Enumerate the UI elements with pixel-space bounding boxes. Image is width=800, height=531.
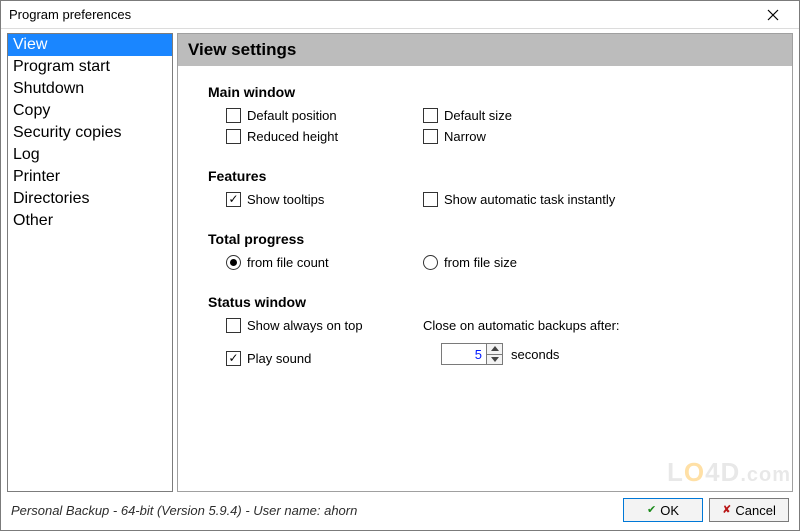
radio-label: from file size bbox=[444, 255, 517, 270]
close-seconds-spinner bbox=[441, 343, 503, 365]
window-close-button[interactable] bbox=[753, 1, 793, 29]
checkbox-icon bbox=[423, 129, 438, 144]
checkbox-play-sound[interactable]: Play sound bbox=[208, 351, 423, 366]
checkbox-icon bbox=[226, 129, 241, 144]
checkbox-reduced-height[interactable]: Reduced height bbox=[208, 129, 423, 144]
sidebar-item-label: Directories bbox=[13, 190, 89, 207]
panel-body: Main window Default position Reduced hei… bbox=[178, 66, 792, 491]
preferences-window: Program preferences View Program start S… bbox=[0, 0, 800, 531]
radio-from-file-count[interactable]: from file count bbox=[208, 255, 423, 270]
cancel-button[interactable]: ✘ Cancel bbox=[709, 498, 789, 522]
section-status-window: Status window Show always on top Play so… bbox=[208, 294, 772, 372]
checkbox-show-tooltips[interactable]: Show tooltips bbox=[208, 192, 423, 207]
checkbox-label: Default position bbox=[247, 108, 337, 123]
sidebar-item-label: Printer bbox=[13, 168, 60, 185]
footer: Personal Backup - 64-bit (Version 5.9.4)… bbox=[1, 492, 799, 530]
panel-heading: View settings bbox=[178, 34, 792, 66]
titlebar: Program preferences bbox=[1, 1, 799, 29]
section-title: Features bbox=[208, 168, 772, 184]
radio-icon bbox=[226, 255, 241, 270]
checkbox-label: Play sound bbox=[247, 351, 311, 366]
section-features: Features Show tooltips Show automatic t bbox=[208, 168, 772, 213]
sidebar-item-directories[interactable]: Directories bbox=[8, 188, 172, 210]
checkbox-icon bbox=[423, 192, 438, 207]
checkbox-icon bbox=[226, 351, 241, 366]
sidebar-item-program-start[interactable]: Program start bbox=[8, 56, 172, 78]
checkbox-label: Default size bbox=[444, 108, 512, 123]
sidebar-item-label: Program start bbox=[13, 58, 110, 75]
status-text: Personal Backup - 64-bit (Version 5.9.4)… bbox=[11, 503, 617, 518]
sidebar-item-other[interactable]: Other bbox=[8, 210, 172, 232]
seconds-unit-label: seconds bbox=[511, 347, 559, 362]
checkbox-narrow[interactable]: Narrow bbox=[423, 129, 772, 144]
checkbox-label: Show always on top bbox=[247, 318, 363, 333]
ok-button[interactable]: ✔ OK bbox=[623, 498, 703, 522]
checkbox-icon bbox=[423, 108, 438, 123]
window-body: View Program start Shutdown Copy Securit… bbox=[1, 29, 799, 492]
spinner-down-button[interactable] bbox=[487, 354, 502, 365]
checkbox-icon bbox=[226, 318, 241, 333]
sidebar-item-label: Copy bbox=[13, 102, 50, 119]
checkbox-default-position[interactable]: Default position bbox=[208, 108, 423, 123]
sidebar-item-copy[interactable]: Copy bbox=[8, 100, 172, 122]
close-seconds-input[interactable] bbox=[441, 343, 487, 365]
checkbox-label: Narrow bbox=[444, 129, 486, 144]
spinner-up-button[interactable] bbox=[487, 344, 502, 354]
sidebar-item-label: Other bbox=[13, 212, 53, 229]
sidebar-item-label: View bbox=[13, 36, 47, 53]
radio-from-file-size[interactable]: from file size bbox=[423, 255, 772, 270]
checkbox-label: Show automatic task instantly bbox=[444, 192, 615, 207]
sidebar-item-label: Security copies bbox=[13, 124, 122, 141]
section-main-window: Main window Default position Reduced hei… bbox=[208, 84, 772, 150]
radio-label: from file count bbox=[247, 255, 329, 270]
checkbox-icon bbox=[226, 108, 241, 123]
check-icon: ✔ bbox=[647, 505, 656, 516]
sidebar-item-label: Shutdown bbox=[13, 80, 84, 97]
checkbox-show-auto-task[interactable]: Show automatic task instantly bbox=[423, 192, 772, 207]
sidebar-item-log[interactable]: Log bbox=[8, 144, 172, 166]
sidebar-item-label: Log bbox=[13, 146, 40, 163]
chevron-up-icon bbox=[491, 346, 499, 351]
radio-icon bbox=[423, 255, 438, 270]
section-total-progress: Total progress from file count from fil bbox=[208, 231, 772, 276]
section-title: Status window bbox=[208, 294, 772, 310]
section-title: Total progress bbox=[208, 231, 772, 247]
section-title: Main window bbox=[208, 84, 772, 100]
sidebar-item-view[interactable]: View bbox=[8, 34, 172, 56]
sidebar-item-shutdown[interactable]: Shutdown bbox=[8, 78, 172, 100]
button-label: OK bbox=[660, 503, 679, 518]
close-after-label: Close on automatic backups after: bbox=[423, 318, 772, 333]
chevron-down-icon bbox=[491, 357, 499, 362]
sidebar-item-security-copies[interactable]: Security copies bbox=[8, 122, 172, 144]
checkbox-default-size[interactable]: Default size bbox=[423, 108, 772, 123]
sidebar-item-printer[interactable]: Printer bbox=[8, 166, 172, 188]
checkbox-label: Show tooltips bbox=[247, 192, 324, 207]
close-icon bbox=[767, 9, 779, 21]
checkbox-label: Reduced height bbox=[247, 129, 338, 144]
cross-icon: ✘ bbox=[722, 505, 731, 516]
checkbox-icon bbox=[226, 192, 241, 207]
category-list[interactable]: View Program start Shutdown Copy Securit… bbox=[7, 33, 173, 492]
checkbox-always-on-top[interactable]: Show always on top bbox=[208, 318, 423, 333]
window-title: Program preferences bbox=[7, 7, 753, 22]
button-label: Cancel bbox=[735, 503, 775, 518]
settings-panel: View settings Main window Default positi… bbox=[177, 33, 793, 492]
